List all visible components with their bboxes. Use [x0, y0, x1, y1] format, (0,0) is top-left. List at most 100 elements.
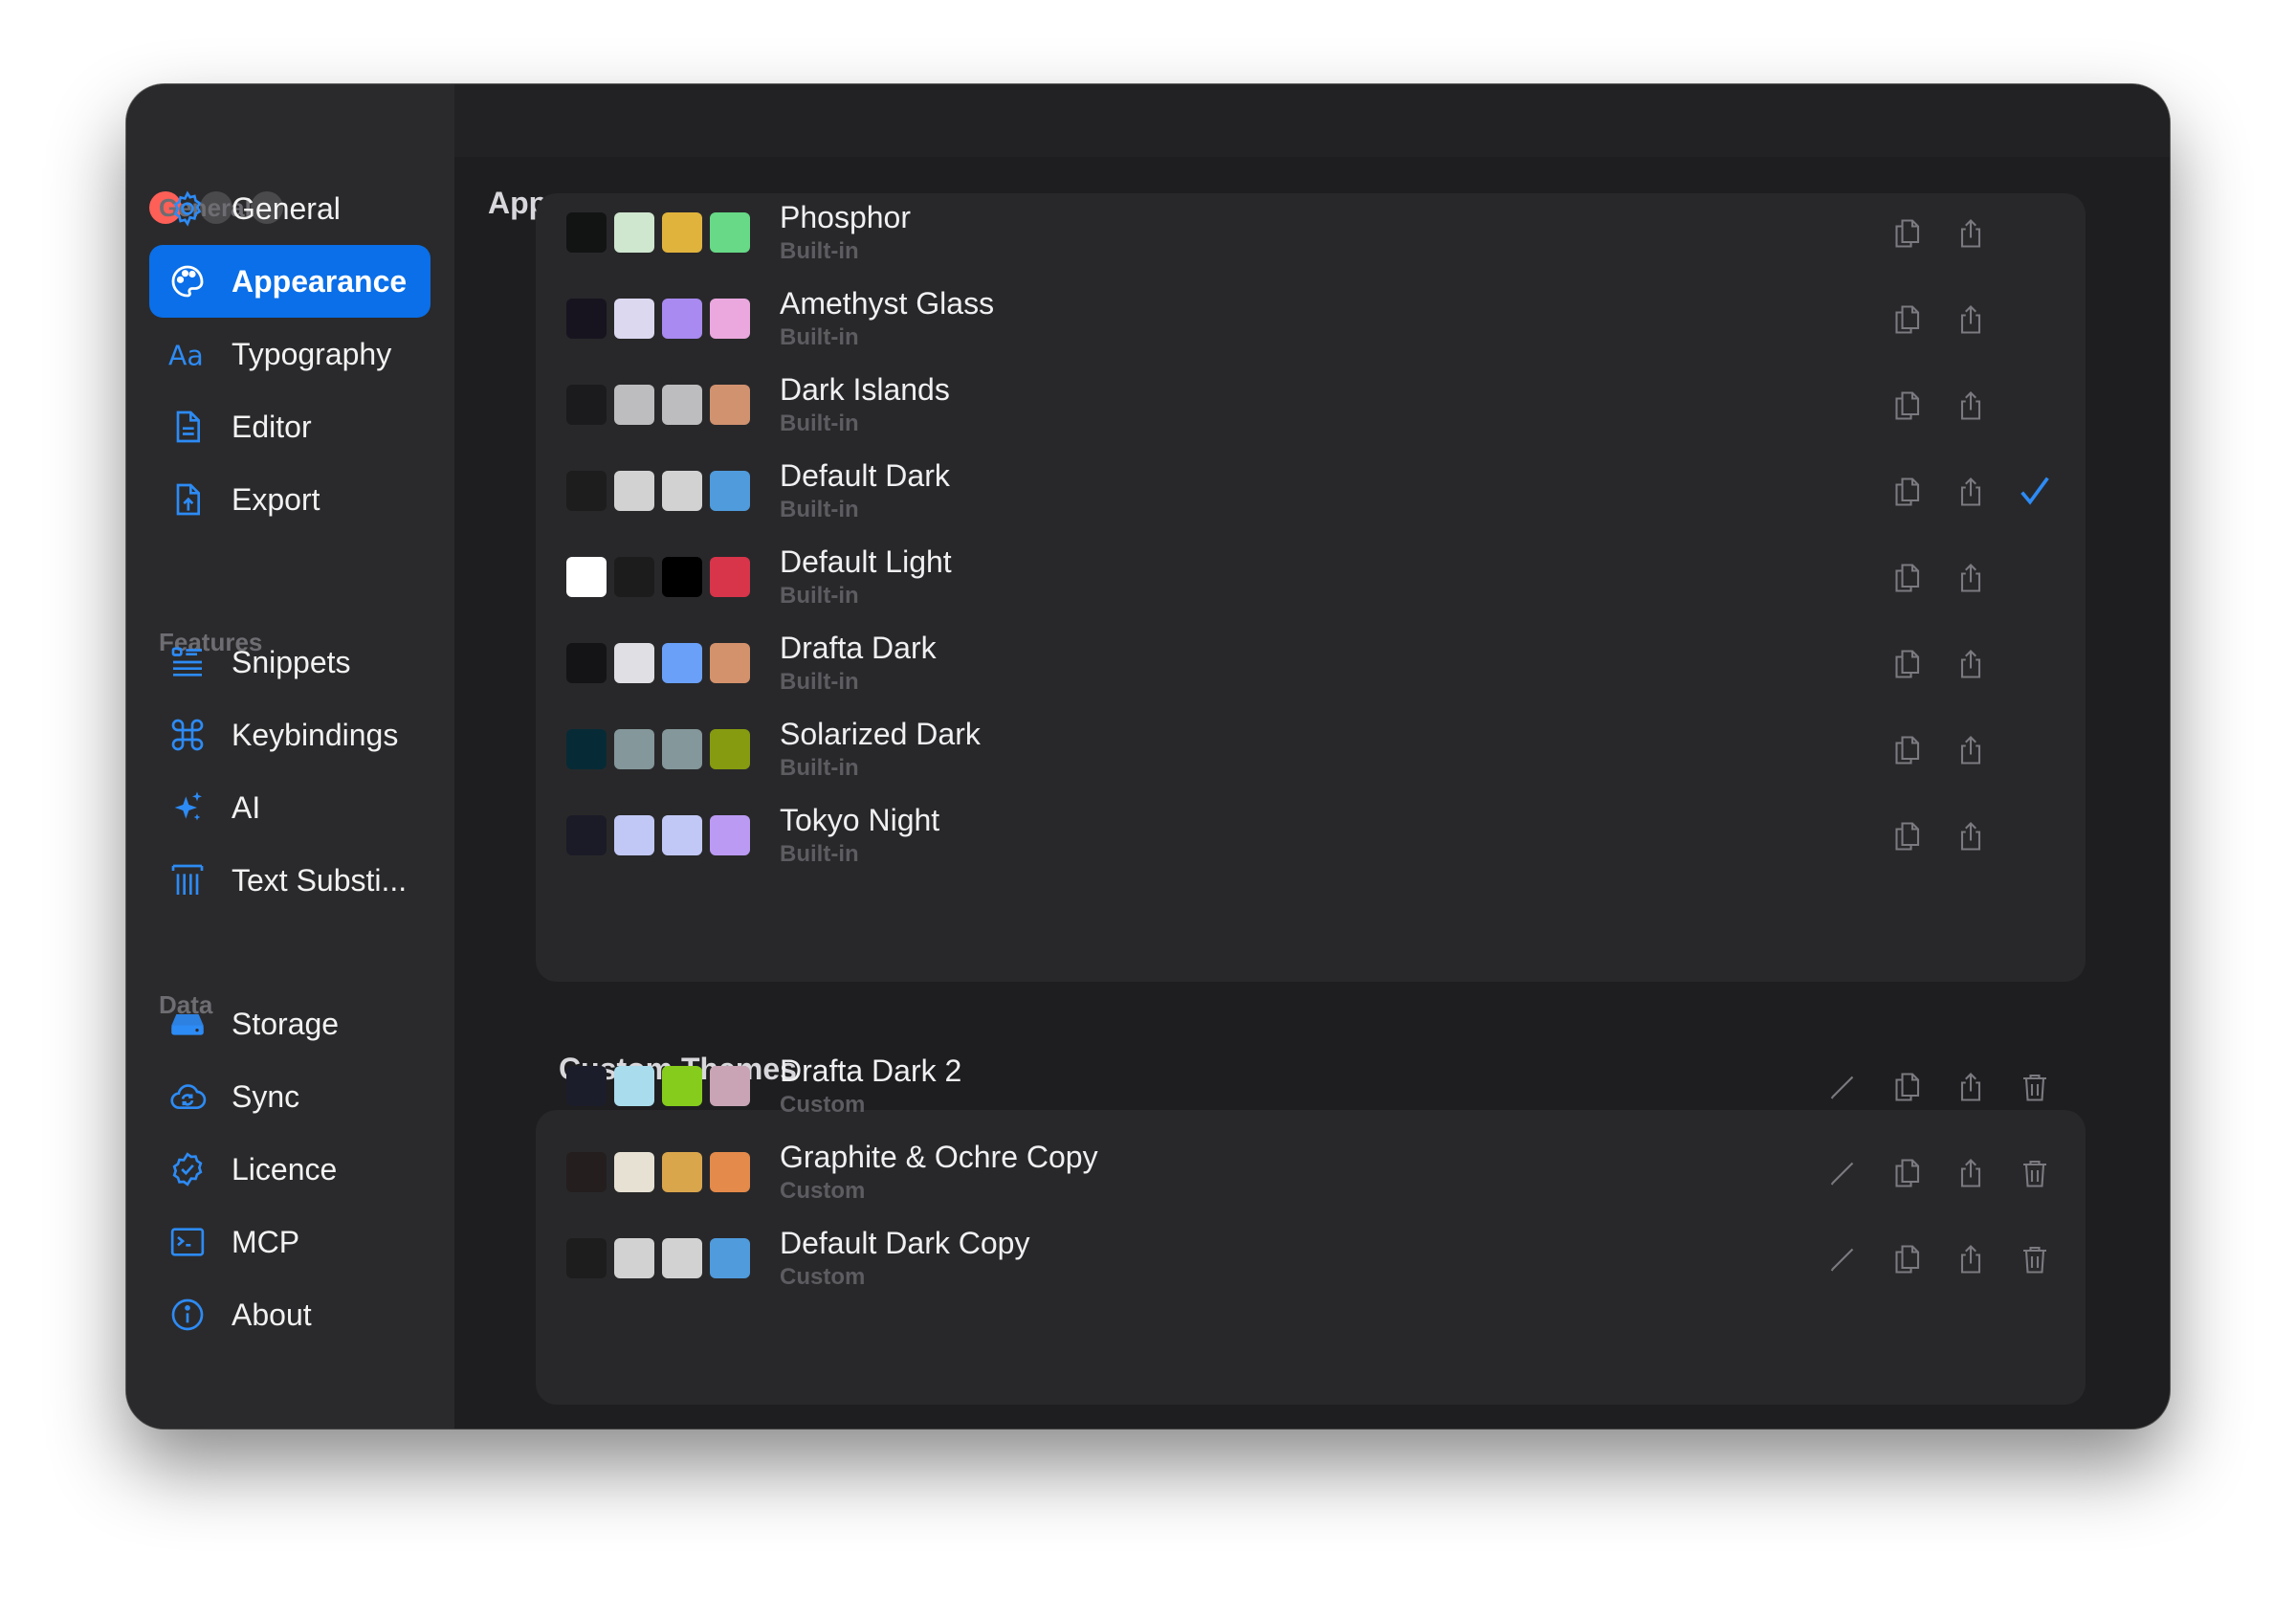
custom-theme-row[interactable]: Default Dark Copy Custom: [536, 1216, 2086, 1302]
theme-row[interactable]: Solarized Dark Built-in: [536, 707, 2086, 793]
duplicate-icon[interactable]: [1888, 731, 1926, 769]
sidebar-item-storage[interactable]: Storage: [149, 987, 430, 1060]
color-swatch: [662, 1066, 702, 1106]
share-icon[interactable]: [1952, 300, 1990, 339]
theme-type: Built-in: [780, 324, 859, 350]
pencil-icon[interactable]: [1823, 1068, 1862, 1106]
theme-type: Custom: [780, 1264, 866, 1290]
color-swatch: [614, 1152, 654, 1192]
trash-icon[interactable]: [2016, 1154, 2054, 1192]
sidebar-item-export[interactable]: Export: [149, 463, 430, 536]
color-swatch: [614, 212, 654, 253]
theme-row[interactable]: Tokyo Night Built-in: [536, 793, 2086, 879]
color-swatch: [662, 729, 702, 769]
cloud-sync-icon: [168, 1077, 207, 1116]
custom-theme-row[interactable]: Graphite & Ochre Copy Custom: [536, 1130, 2086, 1216]
theme-type: Built-in: [780, 583, 859, 609]
sidebar-item-label: General: [232, 191, 341, 226]
theme-swatches: [566, 1238, 750, 1278]
duplicate-icon[interactable]: [1888, 645, 1926, 683]
color-swatch: [614, 299, 654, 339]
sidebar-item-label: Editor: [232, 410, 312, 444]
color-swatch: [614, 1238, 654, 1278]
duplicate-icon[interactable]: [1888, 473, 1926, 511]
share-icon[interactable]: [1952, 645, 1990, 683]
share-icon[interactable]: [1952, 1240, 1990, 1278]
theme-swatches: [566, 643, 750, 683]
theme-type: Built-in: [780, 497, 859, 522]
theme-type: Custom: [780, 1092, 866, 1118]
palette-icon: [168, 262, 207, 300]
color-swatch: [614, 729, 654, 769]
theme-name: Graphite & Ochre Copy: [780, 1140, 1098, 1174]
sidebar-item-ai[interactable]: AI: [149, 771, 430, 844]
color-swatch: [566, 557, 607, 597]
share-icon[interactable]: [1952, 559, 1990, 597]
sidebar-item-sync[interactable]: Sync: [149, 1060, 430, 1133]
color-swatch: [710, 815, 750, 855]
theme-swatches: [566, 1152, 750, 1192]
color-swatch: [710, 729, 750, 769]
duplicate-icon[interactable]: [1888, 214, 1926, 253]
sidebar-item-keybindings[interactable]: Keybindings: [149, 699, 430, 771]
share-icon[interactable]: [1952, 1154, 1990, 1192]
theme-row[interactable]: Dark Islands Built-in: [536, 363, 2086, 449]
sidebar-item-text-substi[interactable]: Text Substi...: [149, 844, 430, 917]
custom-theme-row[interactable]: Drafta Dark 2 Custom: [536, 1044, 2086, 1130]
sidebar-item-label: Storage: [232, 1007, 340, 1041]
share-icon[interactable]: [1952, 817, 1990, 855]
theme-row[interactable]: Amethyst Glass Built-in: [536, 277, 2086, 363]
theme-type: Built-in: [780, 410, 859, 436]
color-swatch: [662, 557, 702, 597]
color-swatch: [566, 1152, 607, 1192]
sidebar-item-label: Licence: [232, 1152, 338, 1187]
sidebar-item-general[interactable]: General: [149, 172, 430, 245]
share-icon[interactable]: [1952, 473, 1990, 511]
theme-row[interactable]: Default Dark Built-in: [536, 449, 2086, 535]
duplicate-icon[interactable]: [1888, 559, 1926, 597]
theme-row[interactable]: Phosphor Built-in: [536, 190, 2086, 277]
sidebar-item-licence[interactable]: Licence: [149, 1133, 430, 1206]
duplicate-icon[interactable]: [1888, 817, 1926, 855]
sidebar-item-about[interactable]: About: [149, 1278, 430, 1351]
theme-name: Solarized Dark: [780, 717, 981, 751]
color-swatch: [710, 1066, 750, 1106]
theme-row[interactable]: Drafta Dark Built-in: [536, 621, 2086, 707]
color-swatch: [662, 815, 702, 855]
theme-name: Drafta Dark: [780, 631, 937, 665]
duplicate-icon[interactable]: [1888, 1154, 1926, 1192]
theme-type: Built-in: [780, 669, 859, 695]
duplicate-icon[interactable]: [1888, 1240, 1926, 1278]
pencil-icon[interactable]: [1823, 1240, 1862, 1278]
color-swatch: [566, 1238, 607, 1278]
color-swatch: [710, 1152, 750, 1192]
theme-row[interactable]: Default Light Built-in: [536, 535, 2086, 621]
theme-swatches: [566, 212, 750, 253]
duplicate-icon[interactable]: [1888, 1068, 1926, 1106]
duplicate-icon[interactable]: [1888, 387, 1926, 425]
sidebar-item-snippets[interactable]: Snippets: [149, 626, 430, 699]
trash-icon[interactable]: [2016, 1068, 2054, 1106]
sidebar-item-appearance[interactable]: Appearance: [149, 245, 430, 318]
pencil-icon[interactable]: [1823, 1154, 1862, 1192]
theme-name: Drafta Dark 2: [780, 1054, 962, 1088]
color-swatch: [566, 471, 607, 511]
share-icon[interactable]: [1952, 731, 1990, 769]
sidebar-item-label: AI: [232, 790, 261, 825]
theme-name: Amethyst Glass: [780, 286, 995, 321]
color-swatch: [614, 557, 654, 597]
sidebar-item-mcp[interactable]: MCP: [149, 1206, 430, 1278]
color-swatch: [710, 1238, 750, 1278]
trash-icon[interactable]: [2016, 1240, 2054, 1278]
sidebar-item-label: Export: [232, 482, 320, 517]
color-swatch: [566, 815, 607, 855]
color-swatch: [614, 471, 654, 511]
sidebar-item-editor[interactable]: Editor: [149, 390, 430, 463]
share-icon[interactable]: [1952, 1068, 1990, 1106]
sidebar-item-typography[interactable]: Aa Typography: [149, 318, 430, 390]
share-icon[interactable]: [1952, 387, 1990, 425]
color-swatch: [614, 385, 654, 425]
share-icon[interactable]: [1952, 214, 1990, 253]
svg-text:Aa: Aa: [168, 341, 204, 372]
duplicate-icon[interactable]: [1888, 300, 1926, 339]
